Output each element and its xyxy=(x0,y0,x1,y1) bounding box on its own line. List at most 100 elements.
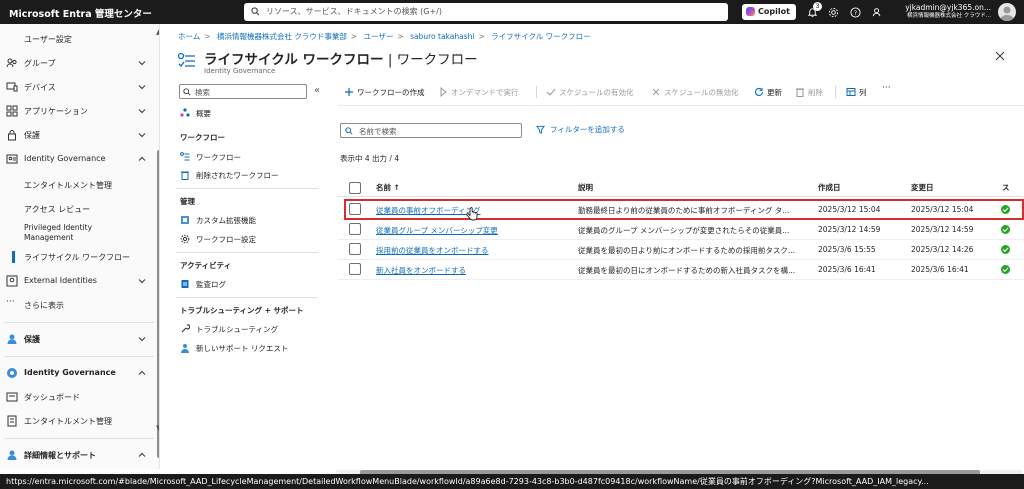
row-checkbox[interactable] xyxy=(349,223,361,235)
nav-item-dashboard[interactable]: ダッシュボード xyxy=(0,386,159,408)
nav-item-entitlement-management[interactable]: エンタイトルメント管理 xyxy=(0,174,159,196)
column-header-description[interactable]: 説明 xyxy=(578,182,593,193)
search-icon xyxy=(251,7,260,16)
menu-section-manage: 管理 xyxy=(180,197,195,206)
chevron-down-icon[interactable] xyxy=(137,276,147,286)
settings-icon[interactable] xyxy=(826,5,840,19)
device-icon xyxy=(6,82,18,92)
nav-item-learn-support[interactable]: 詳細情報とサポート xyxy=(0,444,159,466)
nav-item-protection[interactable]: 保護 xyxy=(0,124,159,146)
gear-icon xyxy=(180,234,190,244)
chevron-down-icon[interactable] xyxy=(137,106,147,116)
workflow-name-link[interactable]: 従業員グループ メンバーシップ変更 xyxy=(376,225,571,236)
row-checkbox[interactable] xyxy=(349,243,361,255)
breadcrumb-lifecycle[interactable]: ライフサイクル ワークフロー xyxy=(491,32,591,41)
nav-label: 保護 xyxy=(24,335,40,344)
column-header-status[interactable]: ス xyxy=(1002,182,1010,193)
highlight-box xyxy=(344,199,1024,220)
table-row[interactable]: 従業員グループ メンバーシップ変更 従業員のグループ メンバーシップが変更された… xyxy=(338,220,1024,240)
left-navigation: ユーザー設定 グループ デバイス アプリケーション 保護 Identity Go… xyxy=(0,24,160,469)
chevron-down-icon[interactable] xyxy=(137,334,147,344)
nav-item-external-identities[interactable]: External Identities xyxy=(0,270,159,292)
breadcrumb-user[interactable]: saburo takahashi xyxy=(410,32,474,41)
page-title: ライフサイクル ワークフロー | ワークフロー xyxy=(204,48,478,68)
chevron-down-icon[interactable] xyxy=(137,82,147,92)
column-header-created[interactable]: 作成日 xyxy=(818,182,841,193)
nav-label: アプリケーション xyxy=(24,107,88,116)
trash-icon xyxy=(181,171,189,180)
chevron-down-icon[interactable] xyxy=(137,58,147,68)
table-row[interactable]: 採用前の従業員をオンボードする 従業員を最初の日より前にオンボードするための採用… xyxy=(338,240,1024,260)
notifications-icon[interactable]: 3 xyxy=(805,2,822,19)
select-all-checkbox[interactable] xyxy=(349,182,361,194)
workflow-name-link[interactable]: 採用前の従業員をオンボードする xyxy=(376,245,571,256)
chevron-up-icon[interactable] xyxy=(137,450,147,460)
help-icon[interactable]: ? xyxy=(848,5,862,19)
nav-item-entitlement[interactable]: エンタイトルメント管理 xyxy=(0,410,159,432)
menu-item-troubleshooting[interactable]: トラブルシューティング xyxy=(178,321,318,337)
page-title-main: ライフサイクル ワークフロー xyxy=(204,52,384,68)
wrench-icon xyxy=(181,324,190,333)
notification-badge: 3 xyxy=(813,2,822,11)
nav-item-protection-section[interactable]: 保護 xyxy=(0,328,159,350)
menu-label: カスタム拡張機能 xyxy=(196,216,256,225)
nav-item-applications[interactable]: アプリケーション xyxy=(0,100,159,122)
filter-icon xyxy=(536,125,545,134)
nav-item-lifecycle-workflows[interactable]: ライフサイクル ワークフロー xyxy=(0,246,159,268)
chevron-up-icon[interactable] xyxy=(137,368,147,378)
page-more-button[interactable]: ··· xyxy=(452,50,462,61)
collapse-menu-icon[interactable]: « xyxy=(314,85,320,96)
toolbar-divider xyxy=(338,105,1024,106)
scroll-down-icon[interactable]: ▼ xyxy=(156,424,159,432)
breadcrumb-tenant[interactable]: 横浜情報機器株式会社 クラウド事業部 xyxy=(217,32,347,41)
column-header-modified[interactable]: 変更日 xyxy=(911,182,934,193)
nav-item-identity-governance-section[interactable]: Identity Governance xyxy=(0,362,159,384)
scroll-up-icon[interactable]: ▲ xyxy=(156,28,159,36)
close-icon[interactable] xyxy=(994,50,1006,62)
breadcrumb-home[interactable]: ホーム xyxy=(178,32,200,41)
menu-item-new-support-request[interactable]: 新しいサポート リクエスト xyxy=(178,340,318,356)
avatar[interactable] xyxy=(998,3,1016,21)
apps-icon xyxy=(6,105,18,117)
audit-log-icon xyxy=(181,280,189,288)
user-account[interactable]: yjkadmin@yjk365.on... 横浜情報機器株式会社 クラウド... xyxy=(878,3,991,21)
menu-item-deleted-workflows[interactable]: 削除されたワークフロー xyxy=(178,167,318,183)
button-label: スケジュールの有効化 xyxy=(559,88,634,97)
workflow-name-link[interactable]: 新入社員をオンボードする xyxy=(376,265,571,276)
entitlement-icon xyxy=(7,415,17,427)
add-filter-button[interactable]: フィルターを追加する xyxy=(536,124,625,135)
chevron-up-icon[interactable] xyxy=(137,154,147,164)
status-enabled-icon xyxy=(1001,265,1010,274)
copilot-button[interactable]: Copilot xyxy=(742,4,796,20)
menu-search-input[interactable]: 検索 xyxy=(179,84,307,99)
menu-item-workflow-settings[interactable]: ワークフロー設定 xyxy=(178,231,318,247)
nav-item-user-settings[interactable]: ユーザー設定 xyxy=(0,28,159,50)
nav-item-access-reviews[interactable]: アクセス レビュー xyxy=(0,198,159,220)
nav-item-groups[interactable]: グループ xyxy=(0,52,159,74)
row-checkbox[interactable] xyxy=(349,263,361,275)
menu-item-custom-extensions[interactable]: カスタム拡張機能 xyxy=(178,212,318,228)
nav-item-identity-governance[interactable]: Identity Governance xyxy=(0,148,159,170)
menu-item-workflows[interactable]: ワークフロー xyxy=(178,149,318,165)
nav-item-show-more[interactable]: ··· さらに表示 xyxy=(0,294,159,316)
nav-scrollbar[interactable] xyxy=(157,150,159,458)
more-commands-button[interactable]: ··· xyxy=(882,83,891,99)
menu-item-overview[interactable]: 概要 xyxy=(178,105,318,121)
governance-icon xyxy=(6,154,18,164)
nav-divider xyxy=(4,438,154,439)
nav-item-devices[interactable]: デバイス xyxy=(0,76,159,98)
table-row[interactable]: 新入社員をオンボードする 従業員を最初の日にオンボードするための新入社員タスクを… xyxy=(338,260,1024,280)
menu-divider xyxy=(176,297,318,298)
column-header-name[interactable]: 名前 ↑ xyxy=(376,182,400,193)
breadcrumb-separator: > xyxy=(204,32,211,41)
workflow-modified: 2025/3/12 14:26 xyxy=(911,245,974,254)
brand-title[interactable]: Microsoft Entra 管理センター xyxy=(9,6,152,20)
chevron-down-icon[interactable] xyxy=(137,130,147,140)
breadcrumb-users[interactable]: ユーザー xyxy=(364,32,394,41)
global-search-input[interactable]: リソース、サービス、ドキュメントの検索 (G+/) xyxy=(244,3,728,21)
menu-item-audit-logs[interactable]: 監査ログ xyxy=(178,276,318,292)
menu-divider xyxy=(176,252,318,253)
nav-divider xyxy=(4,356,154,357)
nav-item-pim[interactable]: Privileged Identity Management xyxy=(0,220,159,246)
name-search-input[interactable]: 名前で検索 xyxy=(340,123,522,138)
